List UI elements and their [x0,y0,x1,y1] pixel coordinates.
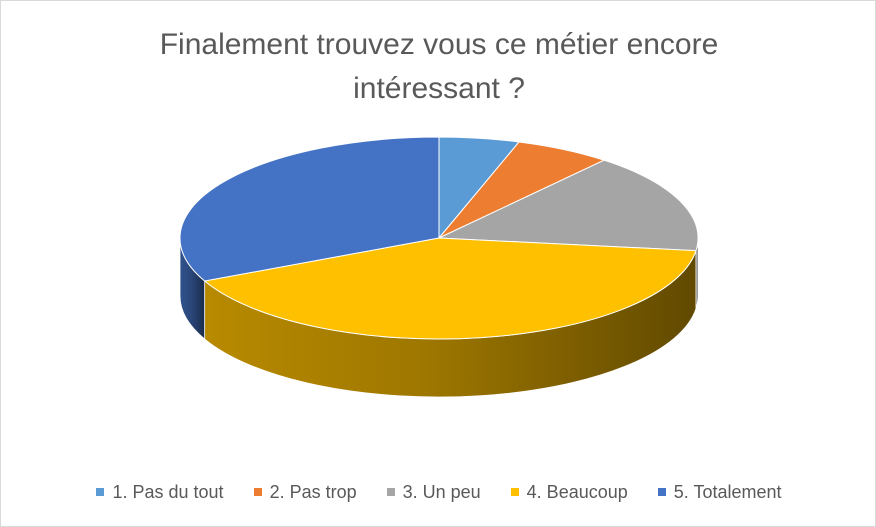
legend-swatch-2 [253,488,262,496]
legend-item-3: 3. Un peu [386,481,481,503]
pie-chart [179,136,699,398]
legend-label-1: 1. Pas du tout [112,481,224,502]
legend-label-4: 4. Beaucoup [526,481,628,502]
chart-frame: Finalement trouvez vous ce métier encore… [0,0,876,527]
legend-label-3: 3. Un peu [402,481,481,502]
legend-item-4: 4. Beaucoup [510,481,628,503]
legend-label-2: 2. Pas trop [269,481,357,502]
legend-item-2: 2. Pas trop [253,481,357,503]
legend-swatch-5 [657,488,666,496]
legend-item-1: 1. Pas du tout [96,481,224,503]
legend-label-5: 5. Totalement [673,481,782,502]
chart-legend: 1. Pas du tout 2. Pas trop 3. Un peu 4. Bea… [1,479,876,505]
legend-swatch-4 [510,488,519,496]
legend-swatch-1 [96,488,105,496]
legend-item-5: 5. Totalement [657,481,782,503]
legend-swatch-3 [386,488,395,496]
